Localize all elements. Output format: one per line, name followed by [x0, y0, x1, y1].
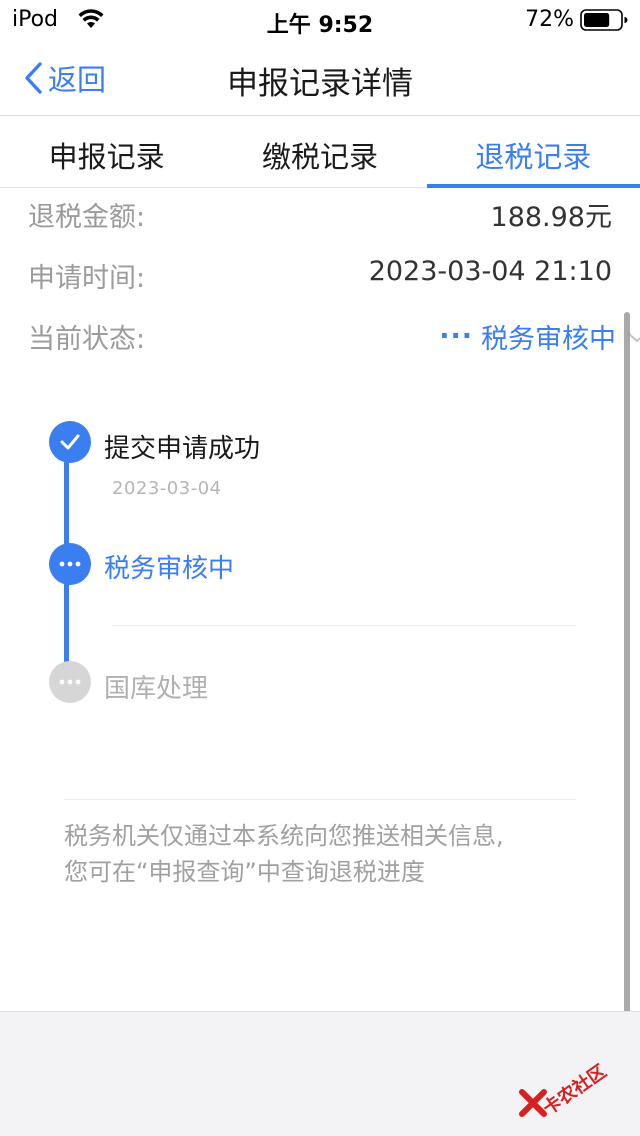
- ellipsis-icon: [49, 661, 91, 703]
- battery-icon: [580, 9, 628, 31]
- refund-amount-label: 退税金额:: [28, 202, 146, 233]
- status-ellipsis-icon: ···: [439, 321, 473, 352]
- status-bar: iPod 上午 9:52 72%: [0, 0, 640, 40]
- tab-payment-records[interactable]: 缴税记录: [213, 117, 426, 187]
- apply-time-label: 申请时间:: [28, 263, 146, 294]
- refund-amount-value: 188.98元: [490, 202, 612, 233]
- step-2-title: 税务审核中: [104, 554, 235, 584]
- step-3-title: 国库处理: [104, 674, 209, 704]
- battery-percent: 72%: [525, 7, 574, 32]
- check-icon: [49, 421, 91, 463]
- divider: [112, 625, 576, 626]
- record-tabs: 申报记录 缴税记录 退税记录: [0, 117, 640, 188]
- notice-line-2: 您可在“申报查询”中查询退税进度: [64, 858, 425, 886]
- watermark-logo: 卡农社区: [512, 1046, 632, 1126]
- apply-time-value: 2023-03-04 21:10: [368, 256, 612, 287]
- divider: [64, 799, 576, 800]
- status-dropdown[interactable]: ··· 税务审核中: [439, 317, 640, 356]
- status-value: 税务审核中: [481, 324, 616, 355]
- tab-refund-records[interactable]: 退税记录: [426, 117, 640, 188]
- page-title: 申报记录详情: [227, 66, 413, 102]
- current-status-row: 当前状态: ··· 税务审核中: [28, 317, 640, 357]
- step-1-date: 2023-03-04: [112, 478, 222, 499]
- step-1-title: 提交申请成功: [104, 434, 261, 464]
- current-status-label: 当前状态:: [28, 324, 146, 355]
- notice-text: 税务机关仅通过本系统向您推送相关信息, 您可在“申报查询”中查询退税进度: [64, 818, 584, 890]
- refund-amount-row: 退税金额: 188.98元: [28, 195, 612, 235]
- apply-time-row: 申请时间: 2023-03-04 21:10: [28, 256, 612, 296]
- navigation-bar: 返回 申报记录详情: [0, 40, 640, 116]
- tab-declaration-records[interactable]: 申报记录: [0, 117, 213, 187]
- notice-line-1: 税务机关仅通过本系统向您推送相关信息,: [64, 822, 504, 850]
- ellipsis-icon: [49, 543, 91, 585]
- scrollbar[interactable]: [624, 312, 630, 1102]
